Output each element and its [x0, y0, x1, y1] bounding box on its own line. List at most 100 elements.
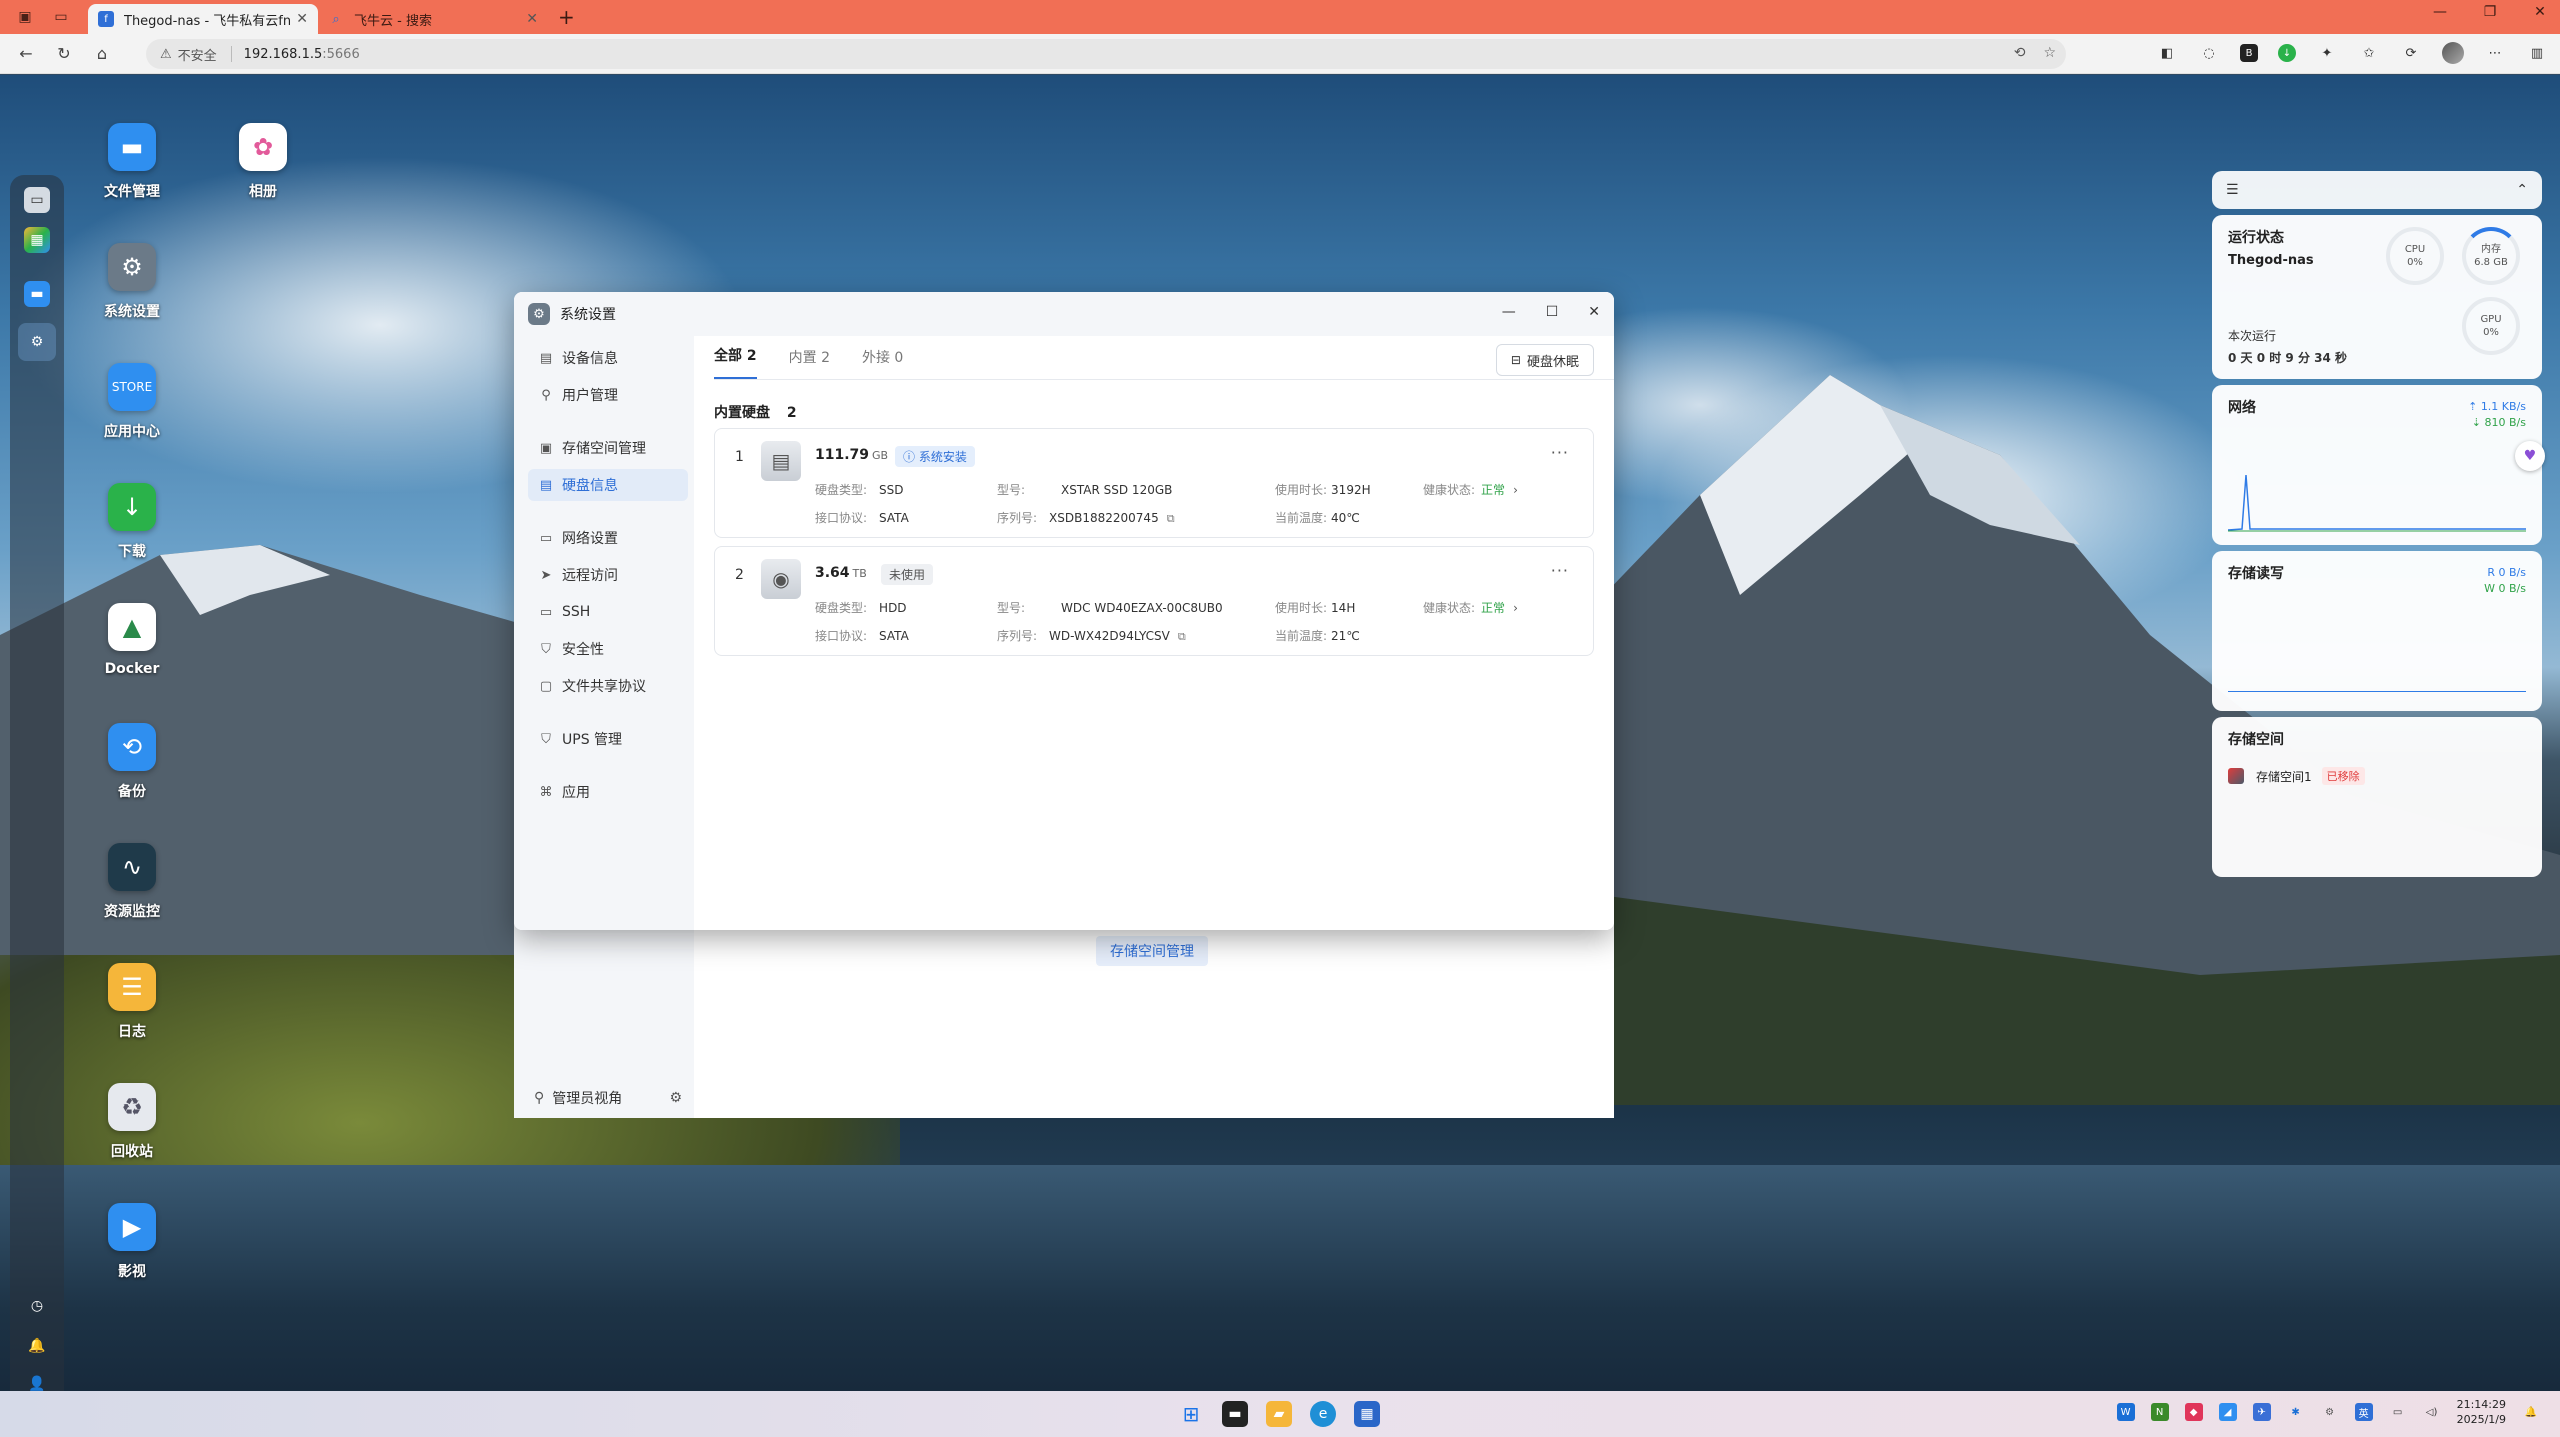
sidebar-footer[interactable]: ⚲ 管理员视角 ⚙	[514, 1078, 694, 1118]
disk-model: 型号: WDC WD40EZAX-00C8UB0	[997, 601, 1223, 615]
desktop-icon-monitor[interactable]: ∿ 资源监控	[77, 843, 187, 921]
desktop-icon-recycle[interactable]: ♻ 回收站	[77, 1083, 187, 1161]
floating-assistant-icon[interactable]: ♥	[2515, 441, 2545, 471]
disk-model: 型号: XSTAR SSD 120GB	[997, 483, 1173, 497]
green-extension-icon[interactable]: ↓	[2278, 44, 2296, 62]
widget-panel: ☰ ⌃ 运行状态 Thegod-nas CPU 0% 内存 6.8 GB GPU…	[2212, 171, 2542, 879]
network-widget: 网络 ⇡ 1.1 KB/s ⇣ 810 B/s	[2212, 385, 2542, 545]
footer-settings-icon[interactable]: ⚙	[669, 1090, 682, 1106]
home-icon[interactable]: ⌂	[90, 42, 114, 66]
disk-health[interactable]: 健康状态: 正常 ›	[1423, 599, 1518, 616]
dock-user-icon[interactable]: 👤	[24, 1371, 50, 1391]
favorite-star-icon[interactable]: ☆	[2043, 45, 2056, 61]
dock-files-icon[interactable]: ▬	[24, 281, 50, 307]
start-icon[interactable]: ⊞	[1178, 1401, 1204, 1427]
nav-ssh[interactable]: ▭ SSH	[528, 596, 688, 628]
history-icon[interactable]: ⟳	[2400, 42, 2422, 64]
dock-settings-icon[interactable]: ⚙	[18, 323, 56, 361]
display-icon[interactable]: ▭	[2389, 1403, 2407, 1421]
bluetooth-icon[interactable]: ✱	[2287, 1403, 2305, 1421]
terminal-icon[interactable]: ▬	[1222, 1401, 1248, 1427]
browser-tab-fnos[interactable]: f Thegod-nas - 飞牛私有云fnOS ✕	[88, 4, 318, 34]
tab-internal[interactable]: 内置 2	[789, 347, 830, 379]
desktop-icon-files[interactable]: ▬ 文件管理	[77, 123, 187, 201]
extension-icon[interactable]: ◧	[2156, 42, 2178, 64]
widget-settings-icon[interactable]: ☰	[2226, 182, 2239, 198]
dock-notification-icon[interactable]: 🔔	[24, 1333, 50, 1359]
tray-app3-icon[interactable]: ◢	[2218, 1403, 2237, 1421]
nav-file-sharing[interactable]: ▢ 文件共享协议	[528, 670, 688, 702]
tray-gear-icon[interactable]: ⚙	[2321, 1403, 2339, 1421]
tab-external[interactable]: 外接 0	[862, 347, 903, 379]
volume-icon[interactable]: ◁)	[2423, 1403, 2441, 1421]
desktop-icon-backup[interactable]: ⟲ 备份	[77, 723, 187, 801]
notification-bell-icon[interactable]: 🔔	[2522, 1403, 2540, 1421]
window-titlebar[interactable]: ⚙ 系统设置 — ☐ ✕	[514, 292, 1614, 336]
disk-card[interactable]: 2 ◉ 3.64 TB 未使用 ··· 硬盘类型: HDD 接口协议: SATA 型号…	[714, 546, 1594, 656]
tray-app2-icon[interactable]: ◆	[2184, 1403, 2203, 1421]
desktop-icon-log[interactable]: ☰ 日志	[77, 963, 187, 1041]
nav-ups[interactable]: ⛉ UPS 管理	[528, 723, 688, 755]
tab-actions-icon[interactable]: ▭	[48, 4, 74, 30]
nav-device-info[interactable]: ▤ 设备信息	[528, 342, 688, 374]
browser-tab-search[interactable]: ⌕ 飞牛云 - 搜索 ✕	[318, 4, 548, 34]
more-options-icon[interactable]: ···	[1551, 561, 1569, 580]
desktop-icon-store[interactable]: STORE 应用中心	[77, 363, 187, 441]
nav-user-management[interactable]: ⚲ 用户管理	[528, 379, 688, 411]
window-minimize-icon[interactable]: —	[1502, 304, 1516, 320]
sidebar-toggle-icon[interactable]: ▥	[2526, 42, 2548, 64]
disk-card[interactable]: 1 ▤ 111.79 GB ⓘ 系统安装 ··· 硬盘类型: SSD 接口协议: SA…	[714, 428, 1594, 538]
disk-health[interactable]: 健康状态: 正常 ›	[1423, 481, 1518, 498]
minimize-icon[interactable]: —	[2430, 4, 2450, 20]
dock-desktop-icon[interactable]: ▭	[24, 187, 50, 213]
clock[interactable]: 21:14:29 2025/1/9	[2457, 1397, 2506, 1427]
close-tab-icon[interactable]: ✕	[526, 11, 538, 27]
store-app-icon[interactable]: ▦	[1354, 1401, 1380, 1427]
collapse-icon[interactable]: ⌃	[2516, 182, 2528, 198]
dock-apps-icon[interactable]: ▦	[24, 227, 50, 253]
profile-avatar[interactable]	[2442, 42, 2464, 64]
favorites-icon[interactable]: ✩	[2358, 42, 2380, 64]
back-icon[interactable]: ←	[14, 42, 38, 66]
storage-item[interactable]: 存储空间1 已移除	[2228, 767, 2526, 785]
tab-all[interactable]: 全部 2	[714, 345, 757, 379]
workspaces-icon[interactable]: ▣	[12, 4, 38, 30]
close-icon[interactable]: ✕	[2530, 4, 2550, 20]
close-tab-icon[interactable]: ✕	[296, 11, 308, 27]
tray-app-icon[interactable]: W	[2116, 1403, 2135, 1421]
nav-disk-info[interactable]: ▤ 硬盘信息	[528, 469, 688, 501]
tray-app4-icon[interactable]: ✈	[2252, 1403, 2271, 1421]
nav-storage-management[interactable]: ▣ 存储空间管理	[528, 432, 688, 464]
extensions-puzzle-icon[interactable]: ✦	[2316, 42, 2338, 64]
nav-network-settings[interactable]: ▭ 网络设置	[528, 522, 688, 554]
copy-icon[interactable]: ⧉	[1167, 512, 1175, 525]
more-options-icon[interactable]: ···	[1551, 443, 1569, 462]
reload-icon[interactable]: ↻	[52, 42, 76, 66]
window-maximize-icon[interactable]: ☐	[1546, 304, 1559, 320]
input-method-icon[interactable]: 英	[2354, 1403, 2373, 1421]
nav-apps[interactable]: ⌘ 应用	[528, 776, 688, 808]
sync-icon[interactable]: ◌	[2198, 42, 2220, 64]
storage-manage-button[interactable]: 存储空间管理	[1096, 936, 1208, 966]
desktop-icon-video[interactable]: ▶ 影视	[77, 1203, 187, 1281]
window-close-icon[interactable]: ✕	[1588, 304, 1600, 320]
reader-extension-icon[interactable]: B	[2240, 44, 2258, 62]
restore-icon[interactable]: ❐	[2480, 4, 2500, 20]
desktop-icon-photos[interactable]: ✿ 相册	[208, 123, 318, 201]
nav-remote-access[interactable]: ➤ 远程访问	[528, 559, 688, 591]
tray-nvidia-icon[interactable]: N	[2150, 1403, 2169, 1421]
file-explorer-icon[interactable]: ▰	[1266, 1401, 1292, 1427]
edge-browser-icon[interactable]: e	[1310, 1401, 1336, 1427]
address-bar[interactable]: ⚠ 不安全 192.168.1.5:5666 ⟲ ☆	[146, 39, 2066, 69]
copy-icon[interactable]: ⧉	[1178, 630, 1186, 643]
desktop-icon-settings[interactable]: ⚙ 系统设置	[77, 243, 187, 321]
new-tab-icon[interactable]: +	[558, 5, 575, 29]
nav-security[interactable]: ⛉ 安全性	[528, 633, 688, 665]
uptime-value: 0 天 0 时 9 分 34 秒	[2228, 351, 2347, 365]
dock-history-icon[interactable]: ◷	[24, 1293, 50, 1319]
more-icon[interactable]: ⋯	[2484, 42, 2506, 64]
desktop-icon-download[interactable]: ↓ 下载	[77, 483, 187, 561]
disk-sleep-button[interactable]: ⊟ 硬盘休眠	[1495, 344, 1594, 376]
desktop-icon-docker[interactable]: ▲ Docker	[77, 603, 187, 677]
translate-icon[interactable]: ⟲	[2014, 45, 2026, 61]
